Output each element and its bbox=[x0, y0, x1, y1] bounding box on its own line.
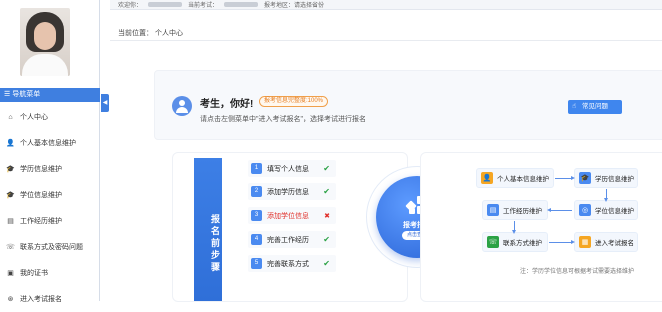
step-number: 1 bbox=[251, 163, 262, 174]
sidebar-item-contact[interactable]: ☏ 联系方式及密码问题 bbox=[0, 234, 100, 260]
step-item[interactable]: 3 添加学位信息 ✖ bbox=[248, 207, 336, 224]
flow-box-label: 个人基本信息维护 bbox=[497, 176, 549, 183]
user-icon: 👤 bbox=[481, 172, 493, 184]
step-label: 添加学位信息 bbox=[267, 212, 309, 220]
home-icon: ⌂ bbox=[8, 113, 13, 121]
thumb-up-icon: ☝ bbox=[572, 103, 577, 110]
sidebar-item-label: 个人中心 bbox=[20, 114, 48, 121]
sidebar-item-label: 联系方式及密码问题 bbox=[20, 244, 83, 251]
step-label: 完善工作经历 bbox=[267, 236, 309, 244]
avatar bbox=[20, 8, 70, 76]
redacted-name bbox=[148, 2, 183, 7]
sidebar-item-basic-info[interactable]: 👤 个人基本信息维护 bbox=[0, 130, 100, 156]
check-icon: ✔ bbox=[323, 259, 330, 268]
flow-box[interactable]: ◎ 学位信息维护 bbox=[574, 200, 638, 220]
flow-box-label: 进入考试报名 bbox=[595, 240, 634, 247]
graduation-icon: 🎓 bbox=[579, 172, 591, 184]
completeness-badge: 报考信息完整度:100% bbox=[259, 96, 329, 107]
step-label: 填写个人信息 bbox=[267, 165, 309, 173]
hint-text: 请点击左侧菜单中"进入考试报名"，选择考试进行报名 bbox=[200, 116, 366, 123]
flow-box-label: 工作经历维护 bbox=[503, 208, 542, 215]
check-icon: ✔ bbox=[323, 235, 330, 244]
degree-icon: 🎓 bbox=[6, 192, 15, 199]
faq-button[interactable]: ☝ 常见问题 bbox=[568, 100, 622, 114]
certificate-icon: ▣ bbox=[7, 270, 14, 277]
sidebar-menu: ⌂ 个人中心 👤 个人基本信息维护 🎓 学历信息维护 🎓 学位信息维护 ▤ 工作经历维护 … bbox=[0, 104, 100, 312]
graduation-icon: 🎓 bbox=[6, 166, 15, 173]
exam-label: 当前考试： bbox=[188, 3, 219, 9]
collapse-sidebar-button[interactable]: ◀ bbox=[101, 94, 109, 112]
step-number: 4 bbox=[251, 234, 262, 245]
breadcrumb: 当前位置： 个人中心 bbox=[118, 30, 183, 37]
faq-button-label: 常见问题 bbox=[582, 103, 608, 110]
briefcase-icon: ▤ bbox=[7, 218, 14, 225]
flow-box-label: 学位信息维护 bbox=[595, 208, 634, 215]
flow-arrow-icon bbox=[555, 176, 575, 180]
region-label: 报考地区：请选择省份 bbox=[264, 3, 325, 9]
step-number: 3 bbox=[251, 210, 262, 221]
flow-arrow-icon bbox=[604, 189, 608, 202]
welcome-label: 欢迎你： bbox=[118, 3, 143, 9]
user-icon: 👤 bbox=[6, 140, 15, 147]
step-label: 添加学历信息 bbox=[267, 188, 309, 196]
redacted-exam bbox=[224, 2, 259, 7]
step-number: 5 bbox=[251, 258, 262, 269]
briefcase-icon: ▤ bbox=[487, 204, 499, 216]
sidebar-item-education[interactable]: 🎓 学历信息维护 bbox=[0, 156, 100, 182]
sidebar-item-work[interactable]: ▤ 工作经历维护 bbox=[0, 208, 100, 234]
sidebar-item-label: 进入考试报名 bbox=[20, 296, 62, 303]
cross-icon: ✖ bbox=[324, 212, 330, 220]
flow-box[interactable]: 🎓 学历信息维护 bbox=[574, 168, 638, 188]
sidebar: ☰ 导航菜单 ⌂ 个人中心 👤 个人基本信息维护 🎓 学历信息维护 🎓 学位信息维护 ▤… bbox=[0, 0, 100, 303]
flow-box[interactable]: ☏ 联系方式维护 bbox=[482, 232, 548, 252]
sidebar-item-personal-center[interactable]: ⌂ 个人中心 bbox=[0, 104, 100, 130]
step-item[interactable]: 2 添加学历信息 ✔ bbox=[248, 183, 336, 200]
step-item[interactable]: 4 完善工作经历 ✔ bbox=[248, 231, 336, 248]
divider bbox=[110, 40, 662, 41]
sidebar-item-enter-exam[interactable]: ⊛ 进入考试报名 bbox=[0, 286, 100, 312]
phone-icon: ☏ bbox=[6, 244, 15, 251]
step-label: 完善联系方式 bbox=[267, 260, 309, 268]
enter-icon: ▦ bbox=[579, 236, 591, 248]
sidebar-item-label: 个人基本信息维护 bbox=[20, 140, 76, 147]
top-info-bar: 欢迎你： 当前考试： 报考地区：请选择省份 bbox=[110, 0, 662, 10]
sidebar-item-label: 学历信息维护 bbox=[20, 166, 62, 173]
steps-title: 报名前步骤 bbox=[194, 158, 222, 301]
flow-note: 注：学历学位信息可根据考试需要选择维护 bbox=[520, 269, 635, 275]
sidebar-item-label: 学位信息维护 bbox=[20, 192, 62, 199]
flow-arrow-icon bbox=[549, 240, 575, 244]
check-icon: ✔ bbox=[323, 187, 330, 196]
sidebar-item-label: 工作经历维护 bbox=[20, 218, 62, 225]
flow-box[interactable]: 👤 个人基本信息维护 bbox=[476, 168, 554, 188]
greeting: 考生，你好! bbox=[200, 99, 254, 110]
flow-box[interactable]: ▤ 工作经历维护 bbox=[482, 200, 548, 220]
degree-icon: ◎ bbox=[579, 204, 591, 216]
flow-box[interactable]: ▦ 进入考试报名 bbox=[574, 232, 638, 252]
step-number: 2 bbox=[251, 186, 262, 197]
flow-arrow-icon bbox=[512, 221, 516, 234]
flow-arrow-icon bbox=[547, 208, 572, 212]
check-icon: ✔ bbox=[323, 164, 330, 173]
enter-icon: ⊛ bbox=[7, 296, 14, 303]
flow-box-label: 学历信息维护 bbox=[595, 176, 634, 183]
sidebar-item-degree[interactable]: 🎓 学位信息维护 bbox=[0, 182, 100, 208]
sidebar-item-certificates[interactable]: ▣ 我的证书 bbox=[0, 260, 100, 286]
step-item[interactable]: 5 完善联系方式 ✔ bbox=[248, 255, 336, 272]
user-avatar-icon bbox=[172, 96, 192, 116]
sidebar-item-label: 我的证书 bbox=[20, 270, 48, 277]
menu-header: ☰ 导航菜单 bbox=[0, 88, 100, 102]
flow-box-label: 联系方式维护 bbox=[503, 240, 542, 247]
step-item[interactable]: 1 填写个人信息 ✔ bbox=[248, 160, 336, 177]
phone-icon: ☏ bbox=[487, 236, 499, 248]
